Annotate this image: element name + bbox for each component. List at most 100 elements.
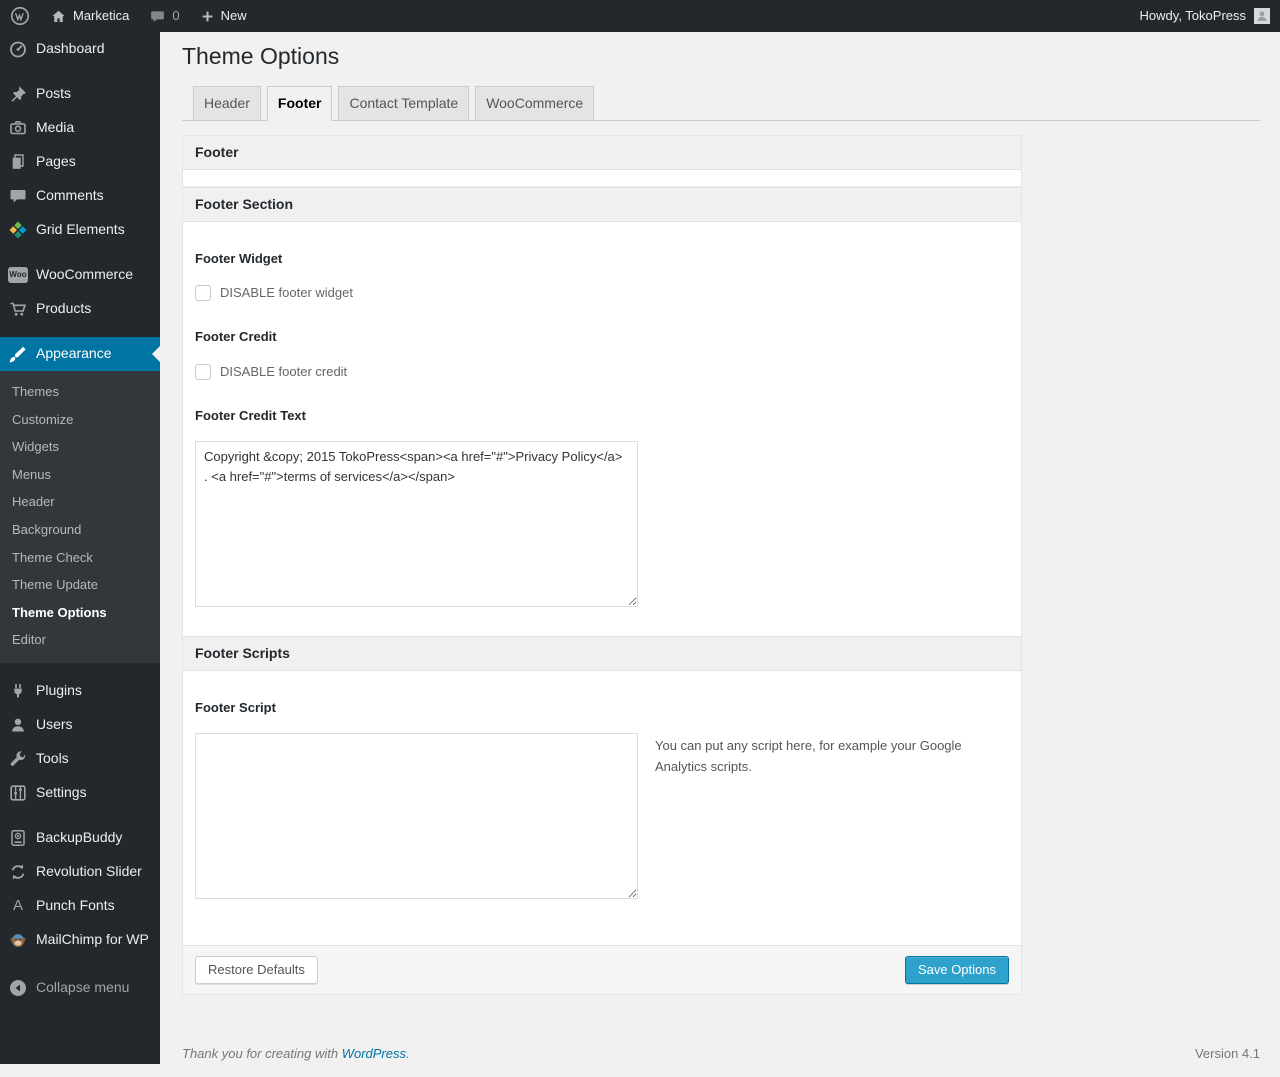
- sidebar-item-label: Revolution Slider: [36, 863, 142, 880]
- pages-icon: [8, 152, 28, 172]
- sidebar-item-label: Settings: [36, 784, 87, 801]
- footer-script-row: You can put any script here, for example…: [195, 733, 1009, 900]
- settings-icon: [8, 783, 28, 803]
- sidebar-item-woocommerce[interactable]: Woo WooCommerce: [0, 258, 160, 292]
- comments-menu[interactable]: 0: [139, 0, 189, 32]
- sidebar-item-comments[interactable]: Comments: [0, 179, 160, 213]
- page-title: Theme Options: [182, 43, 340, 69]
- footer-widget-label: Footer Widget: [195, 251, 283, 267]
- tab-footer[interactable]: Footer: [266, 85, 333, 122]
- sidebar-item-settings[interactable]: Settings: [0, 776, 160, 810]
- menu-separator: [0, 247, 160, 258]
- sidebar-item-label: Products: [36, 300, 92, 317]
- collapse-arrow-icon: [8, 978, 28, 998]
- sidebar-item-posts[interactable]: Posts: [0, 77, 160, 111]
- panel-action-bar: Restore Defaults Save Options: [183, 945, 1021, 995]
- sidebar-item-plugins[interactable]: Plugins: [0, 674, 160, 708]
- wordpress-link[interactable]: WordPress: [342, 1046, 406, 1061]
- sidebar-item-label: Comments: [36, 187, 104, 204]
- disable-footer-credit-checkbox[interactable]: [195, 363, 211, 380]
- submenu-item-theme-options[interactable]: Theme Options: [0, 599, 160, 627]
- sidebar-item-label: Appearance: [36, 345, 112, 362]
- sidebar-item-label: BackupBuddy: [36, 829, 123, 846]
- disable-footer-credit-label[interactable]: DISABLE footer credit: [220, 363, 347, 381]
- submenu-item-themes[interactable]: Themes: [0, 378, 160, 406]
- new-label: New: [220, 7, 247, 23]
- sidebar-item-dashboard[interactable]: Dashboard: [0, 32, 160, 66]
- admin-bar-account[interactable]: Howdy, TokoPress: [1140, 0, 1280, 32]
- tab-woocommerce[interactable]: WooCommerce: [475, 85, 595, 121]
- disable-footer-widget-checkbox[interactable]: [195, 285, 211, 302]
- plug-icon: [8, 681, 28, 701]
- submenu-item-widgets[interactable]: Widgets: [0, 433, 160, 461]
- admin-bar: Marketica 0 New Howdy, TokoPress: [0, 0, 1280, 32]
- menu-separator: [0, 66, 160, 77]
- menu-separator: [0, 663, 160, 674]
- sidebar-item-grid-elements[interactable]: Grid Elements: [0, 213, 160, 247]
- tab-header[interactable]: Header: [193, 85, 261, 121]
- footer-thanks-text: Thank you for creating with: [182, 1046, 342, 1062]
- sidebar-item-products[interactable]: Products: [0, 292, 160, 326]
- sidebar-item-collapse-menu[interactable]: Collapse menu: [0, 971, 160, 1005]
- submenu-item-theme-check[interactable]: Theme Check: [0, 544, 160, 572]
- menu-separator: [0, 957, 160, 971]
- footer-script-label: Footer Script: [195, 700, 276, 715]
- theme-options-panel: Footer Footer Section Footer Widget DISA…: [182, 135, 1022, 996]
- backup-drive-icon: [8, 828, 28, 848]
- sidebar-item-users[interactable]: Users: [0, 708, 160, 742]
- submenu-item-background[interactable]: Background: [0, 516, 160, 544]
- comments-count: 0: [172, 7, 180, 23]
- letter-a-icon: A: [8, 896, 28, 916]
- sidebar-item-label: Users: [36, 716, 73, 733]
- footer-widget-row: DISABLE footer widget: [195, 284, 1009, 302]
- admin-footer: Thank you for creating with WordPress. V…: [182, 1045, 1260, 1077]
- howdy-label: Howdy, TokoPress: [1139, 7, 1246, 23]
- footer-thanks: Thank you for creating with WordPress.: [182, 1045, 410, 1063]
- sidebar-item-label: WooCommerce: [36, 266, 133, 283]
- submenu-item-customize[interactable]: Customize: [0, 406, 160, 434]
- monkey-icon: [8, 930, 28, 950]
- sidebar-item-label: Pages: [36, 153, 76, 170]
- footer-credit-text-textarea[interactable]: Copyright &copy; 2015 TokoPress<span><a …: [195, 441, 638, 608]
- comment-icon: [8, 186, 28, 206]
- sidebar-item-punch-fonts[interactable]: A Punch Fonts: [0, 889, 160, 923]
- save-options-button[interactable]: Save Options: [904, 956, 1009, 985]
- sidebar-item-media[interactable]: Media: [0, 111, 160, 145]
- disable-footer-widget-label[interactable]: DISABLE footer widget: [220, 284, 353, 302]
- footer-section-title: Footer Section: [183, 187, 1021, 223]
- new-content-menu[interactable]: New: [190, 0, 257, 32]
- sidebar-item-backupbuddy[interactable]: BackupBuddy: [0, 821, 160, 855]
- footer-thanks-period: .: [406, 1046, 410, 1062]
- submenu-item-menus[interactable]: Menus: [0, 461, 160, 489]
- submenu-item-editor[interactable]: Editor: [0, 626, 160, 654]
- tab-contact-template[interactable]: Contact Template: [338, 85, 470, 121]
- sidebar-item-label: Media: [36, 119, 75, 136]
- sidebar-item-label: Posts: [36, 85, 72, 102]
- submenu-item-theme-update[interactable]: Theme Update: [0, 571, 160, 599]
- footer-script-textarea[interactable]: [195, 733, 638, 900]
- sidebar-item-label: Collapse menu: [36, 979, 130, 996]
- wordpress-logo-menu[interactable]: [0, 0, 40, 32]
- letter-a-glyph: A: [12, 897, 23, 915]
- sidebar-item-tools[interactable]: Tools: [0, 742, 160, 776]
- sidebar-item-appearance[interactable]: Appearance: [0, 337, 160, 371]
- sidebar-item-pages[interactable]: Pages: [0, 145, 160, 179]
- restore-defaults-button[interactable]: Restore Defaults: [195, 956, 318, 985]
- comment-bubble-icon: [149, 8, 166, 25]
- footer-scripts-title: Footer Scripts: [183, 636, 1021, 671]
- footer-credit-label: Footer Credit: [195, 329, 277, 345]
- footer-scripts-body: Footer Script You can put any script her…: [183, 671, 1021, 945]
- sidebar-item-mailchimp[interactable]: MailChimp for WP: [0, 923, 160, 957]
- submenu-item-header[interactable]: Header: [0, 488, 160, 516]
- sidebar-item-revolution-slider[interactable]: Revolution Slider: [0, 855, 160, 889]
- admin-menu: Dashboard Posts Media Pages Comments Gri…: [0, 32, 160, 1064]
- panel-title: Footer: [183, 136, 1021, 171]
- wordpress-logo-icon: [10, 6, 30, 26]
- wrench-icon: [8, 749, 28, 769]
- footer-section-body: Footer Widget DISABLE footer widget Foot…: [183, 222, 1021, 636]
- panel-gap: [183, 170, 1021, 188]
- avatar: [1254, 8, 1270, 24]
- site-name-menu[interactable]: Marketica: [40, 0, 139, 32]
- menu-separator: [0, 810, 160, 821]
- version-label: Version 4.1: [1194, 1046, 1260, 1062]
